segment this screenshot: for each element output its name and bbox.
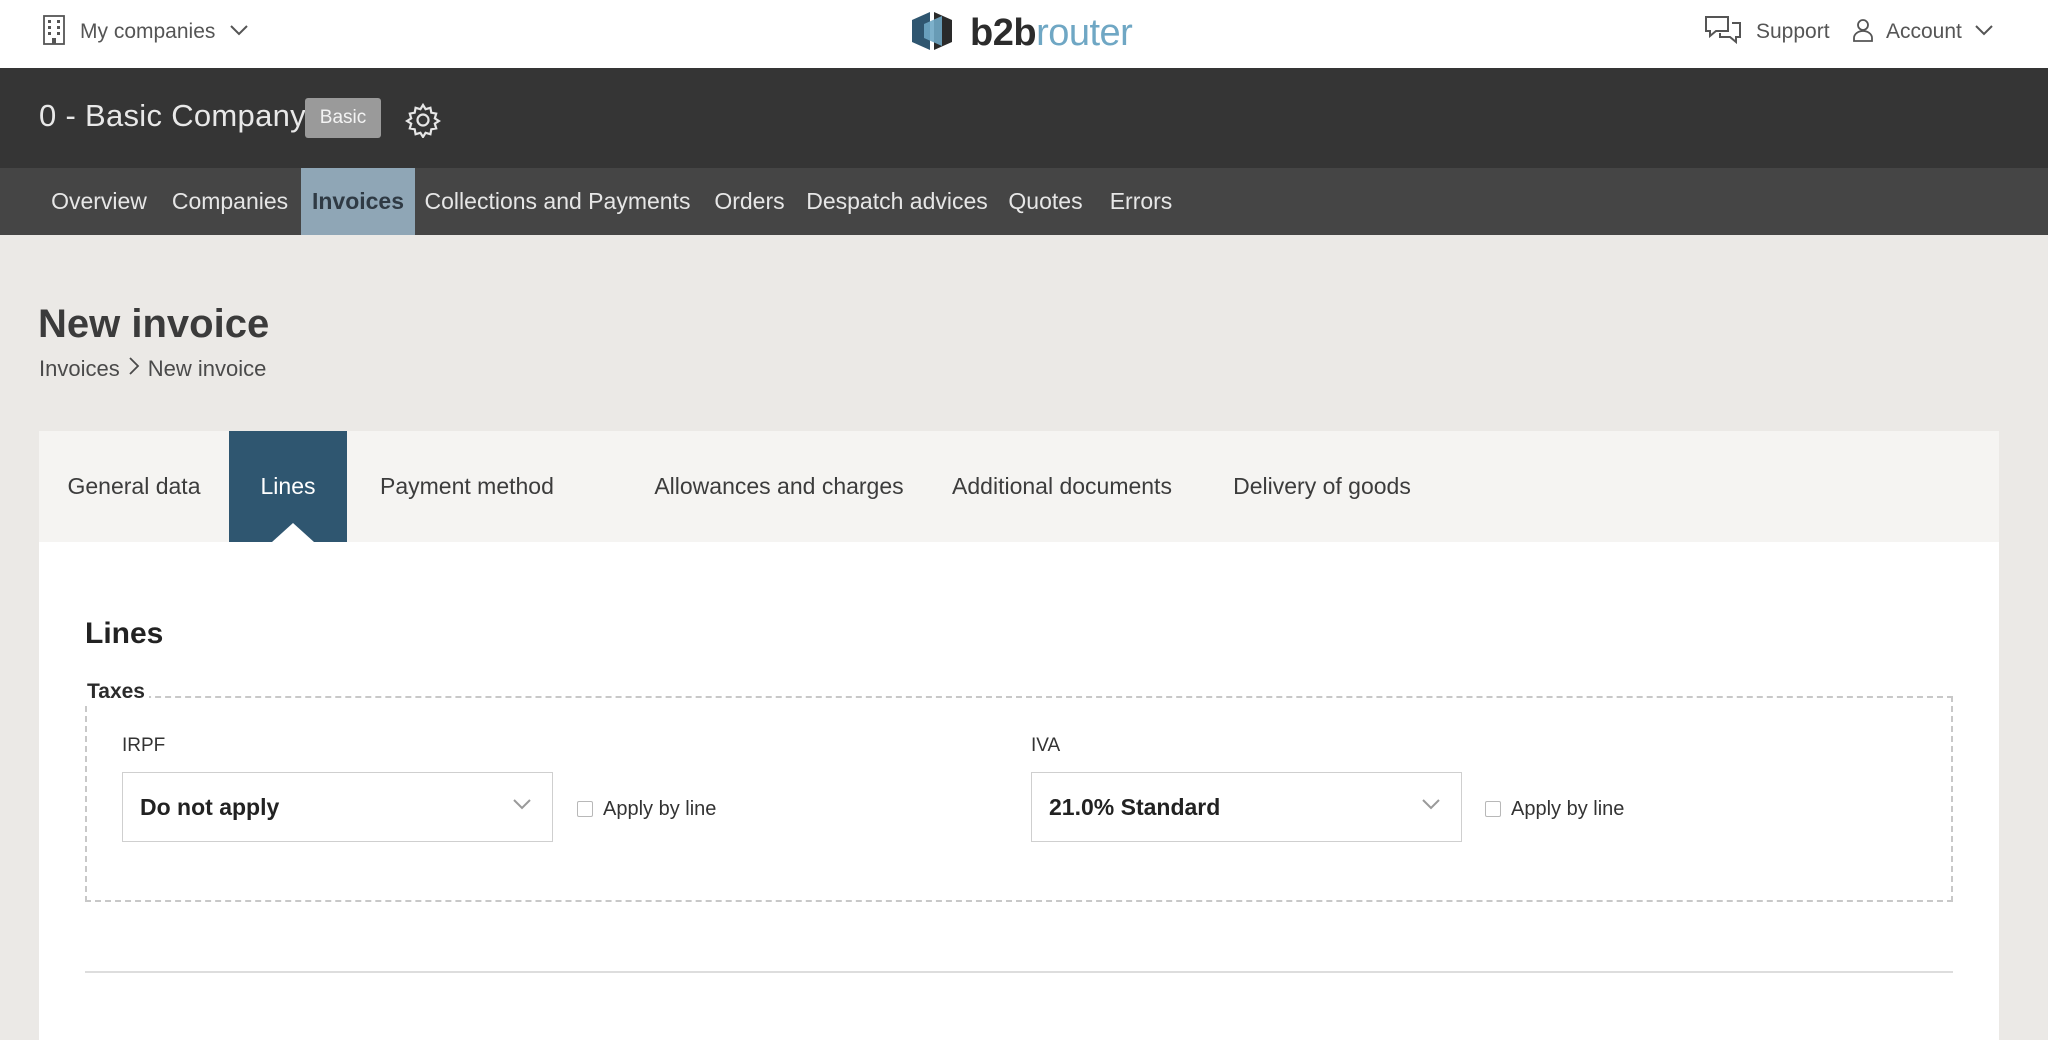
nav-errors[interactable]: Errors [1096, 168, 1186, 235]
nav-overview[interactable]: Overview [39, 168, 159, 235]
chevron-down-icon [229, 23, 249, 41]
tab-additional-documents[interactable]: Additional documents [917, 431, 1207, 542]
iva-apply-by-line-checkbox[interactable]: Apply by line [1485, 796, 1624, 822]
account-menu[interactable]: Account [1852, 12, 1994, 52]
nav-companies[interactable]: Companies [159, 168, 301, 235]
irpf-label: IRPF [122, 735, 166, 756]
logo-wordmark: b2brouter [970, 11, 1133, 54]
breadcrumb-current: New invoice [147, 356, 267, 381]
user-icon [1852, 18, 1874, 47]
nav-quotes[interactable]: Quotes [995, 168, 1096, 235]
logo-mark-icon [908, 6, 958, 61]
iva-label: IVA [1031, 735, 1061, 756]
tab-general-data[interactable]: General data [39, 431, 229, 542]
b2brouter-logo[interactable]: b2brouter [908, 6, 1133, 61]
building-icon [42, 14, 66, 50]
company-name: 0 - Basic Company [39, 98, 306, 133]
irpf-selected-value: Do not apply [140, 793, 280, 820]
checkbox-box[interactable] [577, 801, 593, 817]
iva-select[interactable]: 21.0% Standard [1031, 772, 1462, 842]
chevron-down-icon [1974, 23, 1994, 41]
active-tab-indicator [272, 523, 314, 542]
gear-icon[interactable] [404, 102, 442, 140]
my-companies-label: My companies [80, 20, 216, 43]
support-link[interactable]: Support [1704, 12, 1830, 52]
nav-invoices[interactable]: Invoices [301, 168, 415, 235]
nav-collections-and-payments[interactable]: Collections and Payments [415, 168, 700, 235]
checkbox-box[interactable] [1485, 801, 1501, 817]
iva-selected-value: 21.0% Standard [1049, 793, 1221, 820]
main-nav: Overview Companies Invoices Collections … [0, 168, 2048, 235]
tab-allowances-and-charges[interactable]: Allowances and charges [613, 431, 945, 542]
chevron-right-icon [128, 356, 140, 382]
irpf-apply-by-line-checkbox[interactable]: Apply by line [577, 796, 716, 822]
section-divider [85, 971, 1953, 973]
tab-delivery-of-goods[interactable]: Delivery of goods [1191, 431, 1453, 542]
nav-despatch-advices[interactable]: Despatch advices [799, 168, 995, 235]
plan-badge: Basic [305, 98, 381, 138]
support-label: Support [1756, 20, 1830, 43]
chat-bubbles-icon [1704, 14, 1742, 51]
irpf-select[interactable]: Do not apply [122, 772, 553, 842]
nav-orders[interactable]: Orders [700, 168, 799, 235]
irpf-apply-by-line-label: Apply by line [603, 797, 717, 820]
iva-apply-by-line-label: Apply by line [1511, 797, 1625, 820]
taxes-legend: Taxes [83, 680, 149, 704]
breadcrumb: Invoices New invoice [39, 354, 266, 384]
invoice-tabs: General data Lines Payment method Allowa… [39, 431, 1999, 542]
lines-section-title: Lines [85, 617, 164, 650]
account-label: Account [1886, 20, 1962, 43]
top-bar: My companies b2brouter Support Account [0, 0, 2048, 68]
my-companies-menu[interactable]: My companies [42, 14, 249, 50]
page-title: New invoice [38, 302, 270, 346]
company-bar: 0 - Basic Company Basic [0, 68, 2048, 168]
chevron-down-icon [1421, 797, 1441, 816]
breadcrumb-invoices-link[interactable]: Invoices [39, 356, 120, 382]
chevron-down-icon [512, 797, 532, 816]
